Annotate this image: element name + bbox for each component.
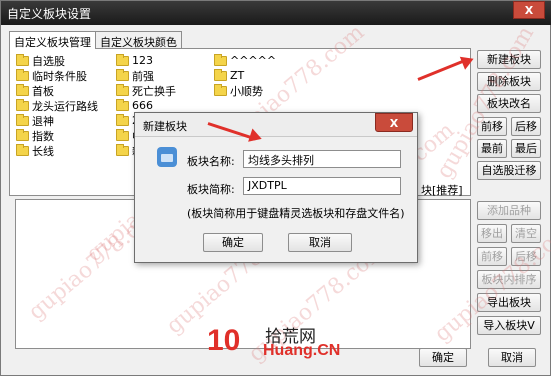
folder-icon <box>16 53 29 66</box>
logo-number: 10 <box>207 324 241 357</box>
name-input[interactable]: 均线多头排列 <box>243 150 401 168</box>
list-item[interactable]: 死亡换手 <box>116 83 176 98</box>
name-label: 板块名称: <box>187 155 235 168</box>
folder-icon <box>116 113 129 126</box>
migrate-watchlist-button[interactable]: 自选股迁移 <box>477 161 541 180</box>
window-title: 自定义板块设置 <box>7 7 92 21</box>
short-name-input[interactable]: JXDTPL <box>243 177 401 195</box>
dialog-titlebar: 新建板块 X <box>135 113 417 137</box>
short-name-label: 板块简称: <box>187 183 235 196</box>
folder-icon <box>16 68 29 81</box>
dialog-cancel-button[interactable]: 取消 <box>288 233 352 252</box>
folder-icon <box>116 53 129 66</box>
new-block-dialog: 新建板块 X 板块名称: 均线多头排列 板块简称: JXDTPL (板块简称用于… <box>134 112 418 263</box>
folder-icon <box>16 128 29 141</box>
folder-icon <box>116 68 129 81</box>
list-item[interactable]: 退神 <box>16 113 98 128</box>
list-item[interactable]: 龙头运行路线 <box>16 98 98 113</box>
folder-icon <box>157 147 177 167</box>
add-stock-button[interactable]: 添加品种 <box>477 201 541 220</box>
folder-icon <box>16 113 29 126</box>
list-item[interactable]: 长线 <box>16 143 98 158</box>
folder-icon <box>116 98 129 111</box>
list-item[interactable]: 123 <box>116 53 176 68</box>
move-first-button[interactable]: 最前 <box>477 139 507 158</box>
folder-icon <box>214 83 227 96</box>
folder-icon <box>214 68 227 81</box>
folder-icon <box>16 98 29 111</box>
dialog-ok-button[interactable]: 确定 <box>203 233 263 252</box>
list-item[interactable]: ^^^^^ <box>214 53 276 68</box>
move-last-button[interactable]: 最后 <box>511 139 541 158</box>
ok-button[interactable]: 确定 <box>419 348 467 367</box>
move-back-button[interactable]: 后移 <box>511 117 541 136</box>
folder-icon <box>16 143 29 156</box>
list-item[interactable]: 自选股 <box>16 53 98 68</box>
folder-icon <box>116 83 129 96</box>
list-item[interactable]: 首板 <box>16 83 98 98</box>
dialog-title: 新建板块 <box>143 120 187 133</box>
logo-en: Huang.CN <box>263 342 341 359</box>
folder-icon <box>116 143 129 156</box>
list-item[interactable]: 前强 <box>116 68 176 83</box>
partial-label: 块[推荐] <box>421 184 463 197</box>
cancel-button[interactable]: 取消 <box>488 348 536 367</box>
folder-icon <box>214 53 227 66</box>
tab-block-color[interactable]: 自定义板块颜色 <box>95 31 182 49</box>
list-item[interactable]: 临时条件股 <box>16 68 98 83</box>
import-block-button[interactable]: 导入板块V <box>477 316 541 335</box>
list-item[interactable]: 666 <box>116 98 176 113</box>
folder-icon <box>116 128 129 141</box>
site-logo: 10 拾荒网 Huang.CN <box>205 322 345 362</box>
stock-forward-button[interactable]: 前移 <box>477 247 507 266</box>
hint-text: (板块简称用于键盘精灵选板块和存盘文件名) <box>187 207 405 220</box>
list-item[interactable]: ZT <box>214 68 276 83</box>
remove-stock-button[interactable]: 移出 <box>477 224 507 243</box>
tab-block-management[interactable]: 自定义板块管理 <box>9 31 96 49</box>
folder-icon <box>16 83 29 96</box>
block-column-1: 自选股 临时条件股 首板 龙头运行路线 退神 指数 长线 <box>16 53 98 158</box>
window-close-button[interactable]: X <box>513 1 545 19</box>
list-item[interactable]: 指数 <box>16 128 98 143</box>
window-titlebar: 自定义板块设置 X <box>1 1 551 25</box>
dialog-close-button[interactable]: X <box>375 113 413 132</box>
